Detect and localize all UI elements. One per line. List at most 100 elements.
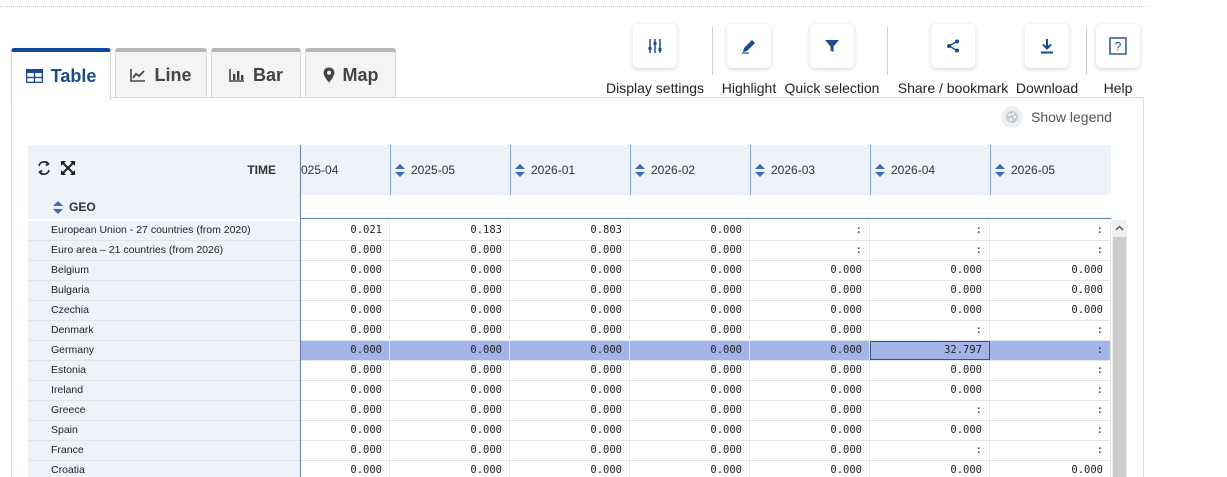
table-cell[interactable]: 0.183 xyxy=(390,221,510,240)
table-cell[interactable]: : xyxy=(990,341,1111,360)
row-geo-label[interactable]: Spain xyxy=(28,421,300,440)
table-cell[interactable]: 0.000 xyxy=(630,421,750,440)
row-geo-label[interactable]: Czechia xyxy=(28,301,300,320)
show-legend-button[interactable]: Show legend xyxy=(1001,106,1112,128)
column-header[interactable]: 025-04 xyxy=(300,145,390,195)
table-cell[interactable]: 0.000 xyxy=(300,381,390,400)
row-geo-label[interactable]: Germany xyxy=(28,341,300,360)
table-row[interactable]: Germany 0.000 0.000 0.000 0.000 0.000 32.797: xyxy=(28,341,1111,361)
table-row[interactable]: Ireland 0.000 0.000 0.000 0.000 0.000 0.000: xyxy=(28,381,1111,401)
sort-icon[interactable] xyxy=(53,200,63,214)
table-cell[interactable]: : xyxy=(870,321,990,340)
table-cell[interactable]: 0.803 xyxy=(510,221,630,240)
table-cell[interactable]: 0.000 xyxy=(510,381,630,400)
table-cell[interactable]: 0.000 xyxy=(510,461,630,477)
row-geo-label[interactable]: Euro area – 21 countries (from 2026) xyxy=(28,241,300,260)
table-cell[interactable]: 0.000 xyxy=(750,321,870,340)
table-cell[interactable]: 0.000 xyxy=(630,321,750,340)
table-cell[interactable]: 0.000 xyxy=(630,241,750,260)
column-header[interactable]: 2026-04 xyxy=(870,145,990,195)
table-row[interactable]: Czechia 0.000 0.000 0.000 0.000 0.000 0.000 0.0… xyxy=(28,301,1111,321)
table-cell[interactable]: 0.000 xyxy=(870,301,990,320)
row-geo-label[interactable]: Belgium xyxy=(28,261,300,280)
table-cell[interactable]: : xyxy=(990,321,1111,340)
table-cell[interactable]: 0.000 xyxy=(390,341,510,360)
column-header[interactable]: 2026-02 xyxy=(630,145,750,195)
table-cell[interactable]: 0.000 xyxy=(300,461,390,477)
table-cell[interactable]: 0.000 xyxy=(990,461,1111,477)
tab-line[interactable]: Line xyxy=(115,48,207,98)
table-cell[interactable]: : xyxy=(870,401,990,420)
table-row[interactable]: Estonia 0.000 0.000 0.000 0.000 0.000 0.000: xyxy=(28,361,1111,381)
table-row[interactable]: Bulgaria 0.000 0.000 0.000 0.000 0.000 0.000 0.… xyxy=(28,281,1111,301)
table-cell[interactable]: 0.000 xyxy=(300,341,390,360)
table-cell[interactable]: 0.000 xyxy=(990,301,1111,320)
table-cell[interactable]: 0.000 xyxy=(390,381,510,400)
table-cell[interactable]: : xyxy=(990,381,1111,400)
table-cell[interactable]: 0.000 xyxy=(300,321,390,340)
row-geo-label[interactable]: Croatia xyxy=(28,461,300,477)
table-cell[interactable]: : xyxy=(990,221,1111,240)
table-cell[interactable]: : xyxy=(990,241,1111,260)
table-cell[interactable]: 0.000 xyxy=(390,401,510,420)
column-header[interactable]: 2025-05 xyxy=(390,145,510,195)
table-cell[interactable]: 0.000 xyxy=(630,461,750,477)
sort-icon[interactable] xyxy=(995,163,1005,177)
table-cell[interactable]: 0.000 xyxy=(630,221,750,240)
tab-bar[interactable]: Bar xyxy=(211,48,301,98)
table-cell[interactable]: 0.000 xyxy=(750,461,870,477)
geo-dimension-header[interactable]: GEO xyxy=(28,195,300,219)
sort-icon[interactable] xyxy=(395,163,405,177)
table-cell[interactable]: 0.000 xyxy=(300,301,390,320)
scroll-up-arrow-icon[interactable] xyxy=(1112,220,1127,236)
row-geo-label[interactable]: Greece xyxy=(28,401,300,420)
table-row[interactable]: Belgium 0.000 0.000 0.000 0.000 0.000 0.000 0.0… xyxy=(28,261,1111,281)
table-cell[interactable]: 0.000 xyxy=(300,421,390,440)
row-geo-label[interactable]: France xyxy=(28,441,300,460)
table-row[interactable]: France 0.000 0.000 0.000 0.000 0.000:: xyxy=(28,441,1111,461)
table-cell[interactable]: 0.000 xyxy=(510,241,630,260)
table-cell[interactable]: 0.000 xyxy=(750,441,870,460)
column-header[interactable]: 2026-05 xyxy=(990,145,1111,195)
table-cell[interactable]: 0.000 xyxy=(390,241,510,260)
table-cell[interactable]: : xyxy=(990,401,1111,420)
table-cell[interactable]: 0.000 xyxy=(390,321,510,340)
sort-icon[interactable] xyxy=(635,163,645,177)
table-cell[interactable]: 0.000 xyxy=(630,381,750,400)
table-cell[interactable]: : xyxy=(990,421,1111,440)
table-row[interactable]: European Union - 27 countries (from 2020… xyxy=(28,221,1111,241)
table-cell[interactable]: 0.000 xyxy=(510,301,630,320)
table-cell[interactable]: : xyxy=(750,241,870,260)
table-row[interactable]: Spain 0.000 0.000 0.000 0.000 0.000 0.000: xyxy=(28,421,1111,441)
row-geo-label[interactable]: Bulgaria xyxy=(28,281,300,300)
fullscreen-icon[interactable] xyxy=(60,160,76,181)
table-cell[interactable]: 0.000 xyxy=(630,261,750,280)
sort-icon[interactable] xyxy=(875,163,885,177)
table-cell[interactable]: 0.000 xyxy=(870,421,990,440)
scrollbar-thumb[interactable] xyxy=(1113,237,1126,477)
column-header[interactable]: 2026-03 xyxy=(750,145,870,195)
table-cell[interactable]: : xyxy=(870,241,990,260)
download-button[interactable] xyxy=(1025,24,1069,68)
table-cell[interactable]: 0.021 xyxy=(300,221,390,240)
table-cell[interactable]: 0.000 xyxy=(300,241,390,260)
table-cell[interactable]: 0.000 xyxy=(510,441,630,460)
table-cell[interactable]: 0.000 xyxy=(390,301,510,320)
table-cell[interactable]: 0.000 xyxy=(510,261,630,280)
table-cell[interactable]: : xyxy=(990,441,1111,460)
table-row[interactable]: Greece 0.000 0.000 0.000 0.000 0.000:: xyxy=(28,401,1111,421)
table-cell[interactable]: 0.000 xyxy=(750,401,870,420)
table-cell[interactable]: 0.000 xyxy=(300,441,390,460)
table-cell[interactable]: 0.000 xyxy=(390,461,510,477)
table-cell[interactable]: 0.000 xyxy=(750,301,870,320)
column-header[interactable]: 2026-01 xyxy=(510,145,630,195)
row-geo-label[interactable]: European Union - 27 countries (from 2020… xyxy=(28,221,300,240)
table-cell[interactable]: 0.000 xyxy=(990,261,1111,280)
table-cell[interactable]: 0.000 xyxy=(300,401,390,420)
row-geo-label[interactable]: Denmark xyxy=(28,321,300,340)
table-cell[interactable]: 0.000 xyxy=(510,421,630,440)
swap-axes-icon[interactable] xyxy=(36,160,52,181)
table-cell[interactable]: 0.000 xyxy=(300,281,390,300)
display-settings-button[interactable] xyxy=(633,24,677,68)
sort-icon[interactable] xyxy=(515,163,525,177)
